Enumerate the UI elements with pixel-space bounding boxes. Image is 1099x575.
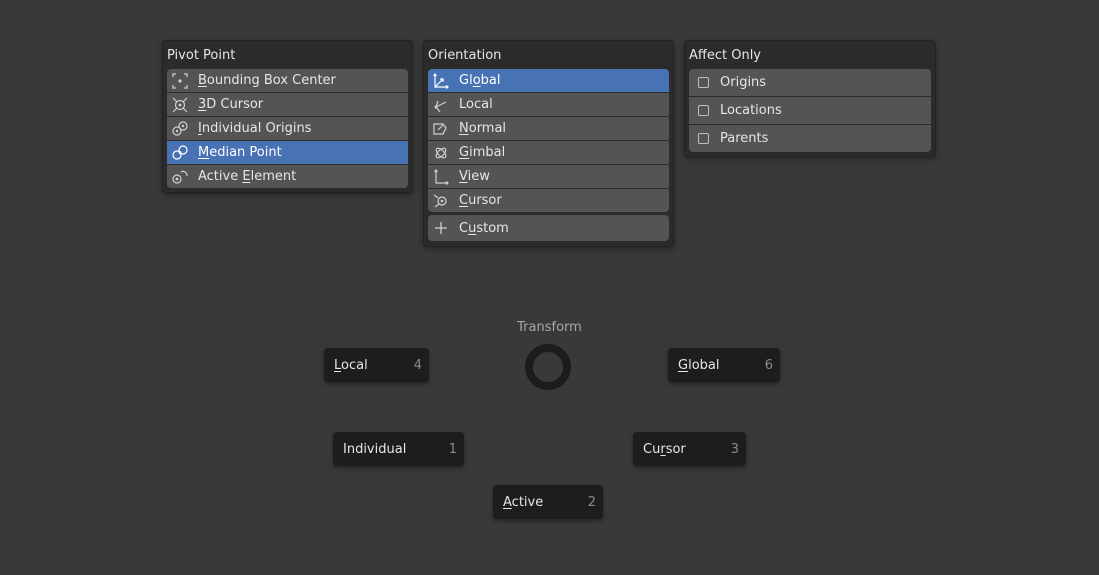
orientation-item-label: View: [459, 169, 490, 184]
pivot-point-panel: Pivot Point Bounding Box Center 3D Curso…: [162, 40, 413, 193]
global-orientation-icon: [432, 72, 450, 90]
orientation-item-label: Gimbal: [459, 145, 506, 160]
custom-label: Custom: [459, 220, 509, 236]
affect-only-list: Origins Locations Parents: [689, 69, 931, 152]
orientation-item-normal[interactable]: Normal: [428, 117, 669, 140]
pivot-point-list: Bounding Box Center 3D Cursor Individual…: [167, 69, 408, 188]
median-point-icon: [171, 144, 189, 162]
checkbox-icon: [698, 77, 709, 88]
affect-only-title: Affect Only: [689, 48, 762, 63]
pivot-item-median-point[interactable]: Median Point: [167, 141, 408, 164]
hotkey-label: 3: [730, 441, 739, 457]
pivot-item-bounding-box-center[interactable]: Bounding Box Center: [167, 69, 408, 92]
pie-button-local[interactable]: Local 4: [324, 348, 429, 382]
pivot-item-label: Median Point: [198, 145, 282, 160]
hotkey-label: 4: [413, 357, 422, 373]
pivot-item-label: Bounding Box Center: [198, 73, 336, 88]
pivot-point-title: Pivot Point: [167, 48, 236, 63]
3d-cursor-icon: [171, 96, 189, 114]
pie-button-label: Global: [678, 357, 720, 373]
pie-menu-center-ring: [525, 344, 571, 390]
local-orientation-icon: [432, 96, 450, 114]
normal-orientation-icon: [432, 120, 450, 138]
hotkey-label: 6: [764, 357, 773, 373]
orientation-custom-button[interactable]: Custom: [428, 215, 669, 241]
hotkey-label: 2: [587, 494, 596, 510]
pivot-item-active-element[interactable]: Active Element: [167, 165, 408, 188]
pivot-item-label: Individual Origins: [198, 121, 312, 136]
orientation-item-global[interactable]: Global: [428, 69, 669, 92]
orientation-item-local[interactable]: Local: [428, 93, 669, 116]
affect-locations-checkbox[interactable]: Locations: [689, 97, 931, 124]
plus-icon: [432, 219, 450, 237]
pie-button-individual[interactable]: Individual 1: [333, 432, 464, 466]
affect-only-panel: Affect Only Origins Locations Parents: [684, 40, 936, 157]
pivot-item-label: Active Element: [198, 169, 297, 184]
affect-item-label: Locations: [720, 103, 782, 118]
cursor-orientation-icon: [432, 192, 450, 210]
checkbox-icon: [698, 105, 709, 116]
orientation-title: Orientation: [428, 48, 502, 63]
bounding-box-center-icon: [171, 72, 189, 90]
pie-button-active[interactable]: Active 2: [493, 485, 603, 519]
orientation-item-label: Global: [459, 73, 501, 88]
view-orientation-icon: [432, 168, 450, 186]
individual-origins-icon: [171, 120, 189, 138]
affect-item-label: Parents: [720, 131, 769, 146]
pivot-item-label: 3D Cursor: [198, 97, 264, 112]
orientation-item-gimbal[interactable]: Gimbal: [428, 141, 669, 164]
pie-button-global[interactable]: Global 6: [668, 348, 780, 382]
orientation-item-cursor[interactable]: Cursor: [428, 189, 669, 212]
active-element-icon: [171, 168, 189, 186]
pivot-item-individual-origins[interactable]: Individual Origins: [167, 117, 408, 140]
pivot-item-3d-cursor[interactable]: 3D Cursor: [167, 93, 408, 116]
gimbal-orientation-icon: [432, 144, 450, 162]
affect-item-label: Origins: [720, 75, 767, 90]
affect-parents-checkbox[interactable]: Parents: [689, 125, 931, 152]
affect-origins-checkbox[interactable]: Origins: [689, 69, 931, 96]
checkbox-icon: [698, 133, 709, 144]
pie-button-label: Local: [334, 357, 368, 373]
pie-menu-title: Transform: [517, 320, 582, 335]
orientation-item-view[interactable]: View: [428, 165, 669, 188]
orientation-list: Global Local Normal Gimbal View Cursor: [428, 69, 669, 212]
hotkey-label: 1: [448, 441, 457, 457]
orientation-panel: Orientation Global Local Normal Gimbal V…: [423, 40, 674, 247]
pie-button-cursor[interactable]: Cursor 3: [633, 432, 746, 466]
pie-button-label: Active: [503, 494, 544, 510]
orientation-item-label: Cursor: [459, 193, 502, 208]
orientation-item-label: Local: [459, 97, 493, 112]
pie-button-label: Individual: [343, 441, 407, 457]
pie-button-label: Cursor: [643, 441, 686, 457]
orientation-item-label: Normal: [459, 121, 507, 136]
